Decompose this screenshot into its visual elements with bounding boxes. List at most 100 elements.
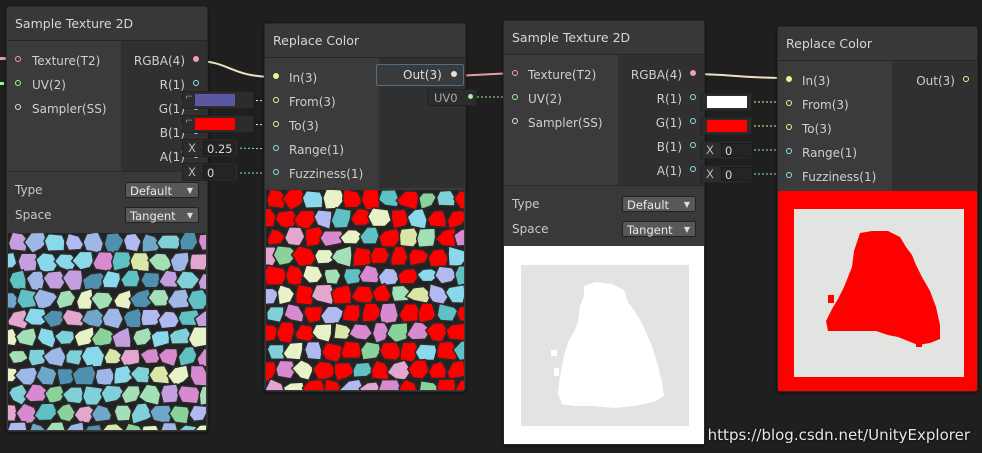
out-port-node-2[interactable]: Out(3)	[376, 64, 464, 86]
texture-preview	[504, 246, 704, 444]
node-properties: Type Default ▼ Space Tangent ▼	[504, 185, 704, 246]
out-label: Out(3)	[403, 68, 442, 82]
node-title[interactable]: Replace Color	[778, 27, 977, 61]
range-value[interactable]: 0	[721, 143, 753, 157]
texture-preview	[8, 233, 206, 430]
port-dot[interactable]	[690, 118, 696, 124]
replaced-mask-image	[794, 209, 964, 377]
port-dot[interactable]	[273, 73, 279, 79]
input-ports: In(3) From(3) To(3) Range(1) Fuzziness(1…	[778, 61, 892, 191]
port-dot[interactable]	[690, 94, 696, 100]
port-dot[interactable]	[690, 166, 696, 172]
space-value: Tangent	[627, 223, 673, 237]
port-label: From(3)	[802, 98, 849, 112]
port-dot[interactable]	[512, 118, 518, 124]
port-label: To(3)	[289, 119, 319, 133]
texture-preview	[778, 191, 977, 391]
port-dot[interactable]	[15, 56, 21, 62]
port-label: Fuzziness(1)	[802, 170, 877, 184]
port-label: To(3)	[802, 122, 832, 136]
sample-texture-2d-node-2[interactable]: Sample Texture 2D Texture(T2) UV(2) Samp…	[503, 20, 705, 445]
port-dot[interactable]	[273, 121, 279, 127]
fuzziness-x-label: X	[188, 165, 196, 179]
node-title[interactable]: Sample Texture 2D	[504, 21, 704, 55]
from-color-field[interactable]	[700, 93, 752, 111]
port-label: R(1)	[656, 92, 682, 106]
port-dot[interactable]	[468, 94, 473, 99]
port-label: Sampler(SS)	[528, 116, 603, 130]
port-dot[interactable]	[786, 124, 792, 130]
eyedropper-icon: ⌐	[185, 116, 194, 127]
port-dot[interactable]	[690, 142, 696, 148]
port-dot[interactable]	[512, 94, 518, 100]
range-field[interactable]: X 0	[700, 141, 753, 159]
to-color-swatch[interactable]	[195, 118, 235, 130]
watermark-text: https://blog.csdn.net/UnityExplorer	[707, 426, 970, 444]
node-title[interactable]: Sample Texture 2D	[7, 7, 207, 41]
type-dropdown[interactable]: Default ▼	[622, 196, 696, 212]
port-label: Texture(T2)	[32, 54, 101, 68]
port-label: Range(1)	[802, 146, 858, 160]
port-dot[interactable]	[786, 172, 792, 178]
port-label: RGBA(4)	[133, 54, 185, 68]
type-label: Type	[15, 183, 43, 197]
port-label: UV(2)	[32, 78, 66, 92]
port-dot[interactable]	[193, 56, 199, 62]
to-color-field[interactable]: ⌐	[182, 115, 254, 133]
fuzziness-field[interactable]: X 0	[700, 165, 753, 183]
texture-preview	[266, 190, 464, 390]
type-label: Type	[512, 197, 540, 211]
type-dropdown[interactable]: Default ▼	[125, 182, 199, 198]
port-dot[interactable]	[451, 71, 457, 77]
port-dot[interactable]	[15, 104, 21, 110]
sample-texture-2d-node-1[interactable]: Sample Texture 2D Texture(T2) UV(2) Samp…	[6, 6, 208, 432]
port-dot[interactable]	[273, 145, 279, 151]
port-dot[interactable]	[786, 148, 792, 154]
port-label: In(3)	[289, 71, 318, 85]
range-value[interactable]: 0.25	[203, 141, 235, 155]
range-x-label: X	[706, 143, 714, 157]
port-dot[interactable]	[963, 76, 969, 82]
space-value: Tangent	[130, 209, 176, 223]
fuzziness-value[interactable]: 0	[203, 165, 235, 179]
space-label: Space	[15, 208, 52, 222]
port-dot[interactable]	[512, 70, 518, 76]
fuzziness-field[interactable]: X 0	[182, 163, 238, 181]
from-color-swatch[interactable]	[195, 94, 235, 106]
port-dot[interactable]	[15, 80, 21, 86]
output-ports: RGBA(4) R(1) G(1) B(1) A(1)	[618, 55, 704, 185]
port-label: Sampler(SS)	[32, 102, 107, 116]
space-dropdown[interactable]: Tangent ▼	[622, 221, 696, 237]
port-label: G(1)	[655, 116, 682, 130]
voronoi-texture-image	[8, 233, 206, 430]
to-color-swatch[interactable]	[707, 120, 747, 132]
port-label: Texture(T2)	[528, 68, 597, 82]
fuzziness-value[interactable]: 0	[721, 167, 753, 181]
port-label: Fuzziness(1)	[289, 167, 364, 181]
input-ports: Texture(T2) UV(2) Sampler(SS)	[7, 41, 121, 171]
port-dot[interactable]	[690, 70, 696, 76]
output-ports: Out(3)	[892, 61, 977, 191]
node-title[interactable]: Replace Color	[265, 24, 465, 58]
chevron-down-icon: ▼	[186, 186, 193, 195]
from-color-field[interactable]: ⌐	[182, 91, 254, 109]
chevron-down-icon: ▼	[683, 225, 690, 234]
port-dot[interactable]	[273, 97, 279, 103]
space-dropdown[interactable]: Tangent ▼	[125, 207, 199, 223]
port-label: UV(2)	[528, 92, 562, 106]
port-dot[interactable]	[786, 76, 792, 82]
uv0-chip[interactable]: UV0	[427, 89, 477, 106]
uv0-label: UV0	[434, 91, 458, 105]
to-color-field[interactable]	[700, 117, 752, 135]
space-row: Space Tangent ▼	[15, 204, 199, 226]
mask-texture-image	[521, 265, 689, 426]
port-dot[interactable]	[786, 100, 792, 106]
range-field[interactable]: X 0.25	[182, 139, 238, 157]
eyedropper-icon: ⌐	[185, 92, 194, 103]
port-label: B(1)	[656, 140, 682, 154]
from-color-swatch[interactable]	[707, 96, 747, 108]
replace-color-node-2[interactable]: Replace Color In(3) From(3) To(3) Range(…	[777, 26, 978, 392]
port-dot[interactable]	[273, 169, 279, 175]
port-dot[interactable]	[193, 80, 199, 86]
left-edge-green-port	[0, 82, 4, 85]
